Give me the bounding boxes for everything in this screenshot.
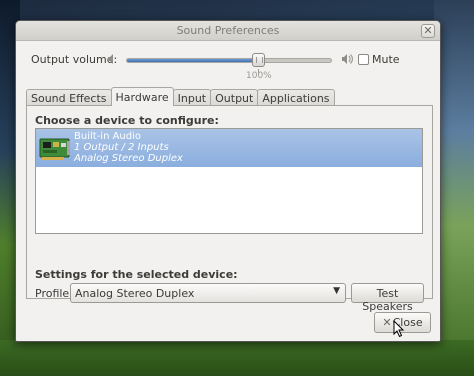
- output-volume-label: Output volume:: [31, 53, 118, 66]
- device-section-heading: Choose a device to configure:: [35, 114, 219, 127]
- profile-label: Profile:: [35, 287, 73, 300]
- desktop-background-bottom: [0, 340, 474, 376]
- test-speakers-button[interactable]: Test Speakers: [351, 283, 424, 313]
- volume-slider-track[interactable]: [126, 58, 332, 63]
- mouse-pointer-icon: [393, 320, 405, 338]
- volume-slider-fill: [127, 59, 263, 62]
- close-icon: ✕: [382, 316, 392, 329]
- title-bar[interactable]: Sound Preferences ✕: [16, 21, 440, 41]
- tab-sound-effects[interactable]: Sound Effects: [26, 89, 112, 106]
- volume-value: 100%: [246, 71, 272, 81]
- hardware-tab-panel: Choose a device to configure: Built-in A…: [26, 105, 433, 313]
- profile-select-value: Analog Stereo Duplex: [75, 287, 195, 300]
- volume-slider-handle[interactable]: [252, 53, 265, 67]
- chevron-down-icon: ▼: [333, 286, 340, 296]
- tab-bar: Sound Effects Hardware Input Output Appl…: [26, 87, 335, 106]
- device-name: Built-in Audio: [74, 131, 142, 142]
- window-title: Sound Preferences: [176, 24, 280, 37]
- profile-select[interactable]: Analog Stereo Duplex ▼: [70, 283, 346, 303]
- sound-card-icon: [39, 138, 70, 160]
- tab-applications[interactable]: Applications: [257, 89, 335, 106]
- titlebar-close-icon[interactable]: ✕: [421, 24, 435, 38]
- mute-checkbox[interactable]: [358, 54, 369, 65]
- settings-section-heading: Settings for the selected device:: [35, 268, 238, 281]
- tab-output[interactable]: Output: [210, 89, 259, 106]
- tab-hardware[interactable]: Hardware: [110, 87, 174, 106]
- device-list[interactable]: Built-in Audio 1 Output / 2 Inputs Analo…: [35, 128, 423, 234]
- list-item[interactable]: Built-in Audio 1 Output / 2 Inputs Analo…: [36, 129, 422, 167]
- device-ports: 1 Output / 2 Inputs: [74, 142, 169, 153]
- tab-input[interactable]: Input: [172, 89, 212, 106]
- speaker-low-icon: [108, 54, 113, 64]
- mute-label[interactable]: Mute: [372, 53, 400, 66]
- device-profile: Analog Stereo Duplex: [74, 153, 183, 164]
- speaker-high-icon: [342, 54, 353, 64]
- sound-preferences-window: Sound Preferences ✕ Output volume: 100% …: [15, 20, 441, 342]
